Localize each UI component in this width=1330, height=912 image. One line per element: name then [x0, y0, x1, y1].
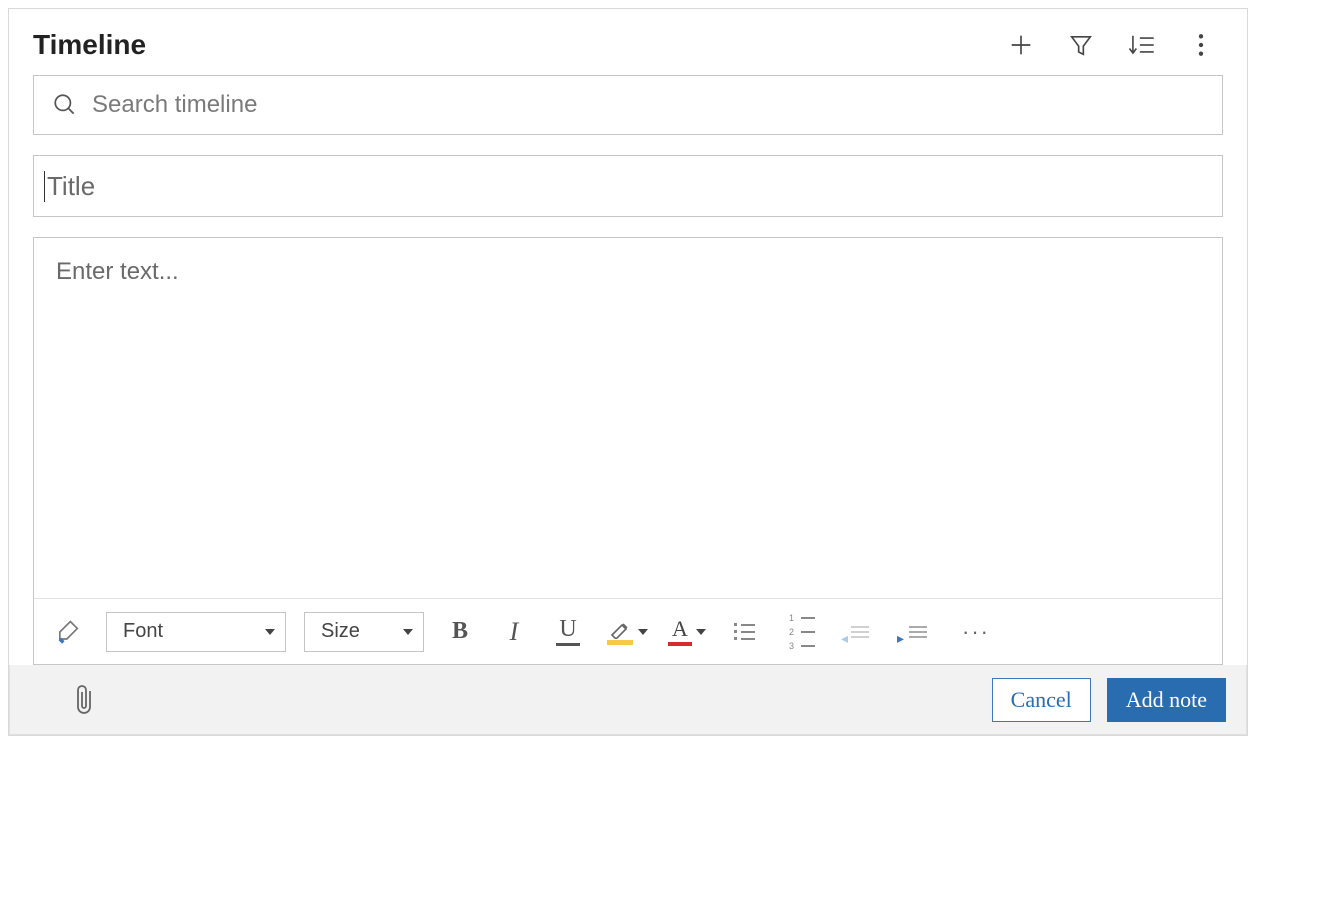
chevron-down-icon	[696, 629, 706, 635]
search-box[interactable]	[33, 75, 1223, 135]
highlighter-icon	[608, 619, 632, 639]
title-input[interactable]	[44, 171, 1212, 202]
italic-button[interactable]: I	[496, 617, 532, 647]
panel-title: Timeline	[33, 29, 146, 61]
underline-letter: U	[559, 617, 576, 641]
cancel-button[interactable]: Cancel	[992, 678, 1091, 722]
editor-textarea[interactable]: Enter text...	[34, 238, 1222, 598]
chevron-down-icon	[638, 629, 648, 635]
numbered-list-button[interactable]: 1 2 3	[782, 612, 822, 652]
chevron-down-icon	[403, 629, 413, 635]
bold-button[interactable]: B	[442, 618, 478, 645]
add-icon[interactable]	[1005, 29, 1037, 61]
add-note-button[interactable]: Add note	[1107, 678, 1226, 722]
outdent-button[interactable]: ◂	[840, 612, 880, 652]
title-box[interactable]	[33, 155, 1223, 217]
header-actions	[1005, 29, 1223, 61]
font-dropdown[interactable]: Font	[106, 612, 286, 652]
note-editor: Enter text... Font Size B I U	[33, 237, 1223, 665]
filter-icon[interactable]	[1065, 29, 1097, 61]
timeline-panel: Timeline Enter text...	[8, 8, 1248, 736]
chevron-down-icon	[265, 629, 275, 635]
attachment-icon[interactable]	[66, 680, 106, 720]
font-color-button[interactable]: A	[666, 618, 706, 646]
underline-button[interactable]: U	[550, 617, 586, 646]
format-toolbar: Font Size B I U A	[34, 598, 1222, 664]
search-icon	[52, 92, 78, 118]
font-dropdown-label: Font	[123, 620, 163, 643]
font-color-letter: A	[672, 618, 688, 640]
highlight-button[interactable]	[604, 619, 648, 645]
editor-footer: Cancel Add note	[9, 665, 1247, 735]
size-dropdown[interactable]: Size	[304, 612, 424, 652]
sort-icon[interactable]	[1125, 29, 1157, 61]
format-painter-icon[interactable]	[48, 612, 88, 652]
more-formatting-button[interactable]: ···	[956, 612, 996, 652]
indent-button[interactable]: ▸	[898, 612, 938, 652]
search-input[interactable]	[92, 91, 1204, 119]
size-dropdown-label: Size	[321, 620, 360, 643]
bullet-list-button[interactable]	[724, 612, 764, 652]
panel-header: Timeline	[33, 29, 1223, 61]
more-options-icon[interactable]	[1185, 29, 1217, 61]
